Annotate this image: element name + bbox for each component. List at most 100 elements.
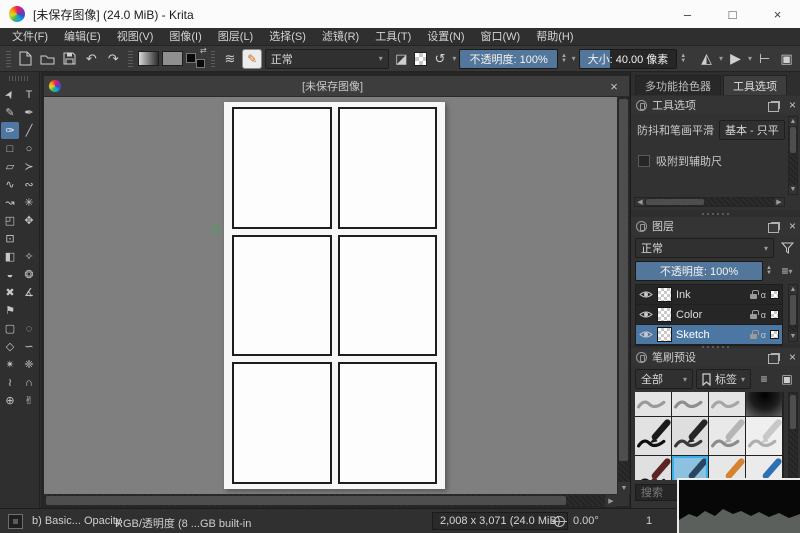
freehand-selection-tool[interactable]: ∽ (20, 338, 38, 355)
inherit-alpha-icon[interactable] (770, 290, 779, 299)
layer-opacity-slider[interactable]: 不透明度: 100% (635, 261, 763, 281)
preset-paint-brush[interactable] (635, 456, 671, 480)
freehand-path-tool[interactable]: ∾ (20, 176, 38, 193)
undo-icon[interactable]: ↶ (82, 49, 101, 69)
layer-row-sketch[interactable]: Sketch α (636, 325, 782, 345)
alpha-lock-icon[interactable]: α (761, 330, 766, 340)
fill-tool[interactable]: ◒ (1, 266, 19, 283)
docker-lock-icon[interactable] (636, 220, 647, 232)
menu-edit[interactable]: 编辑(E) (56, 28, 109, 46)
measure-tool[interactable]: ∡ (20, 284, 38, 301)
preset-marker-chisel[interactable] (672, 417, 708, 455)
mirror-horizontal-icon[interactable]: ◭ (697, 49, 716, 69)
canvas-horizontal-scrollbar[interactable]: ▶ (44, 494, 617, 507)
foreground-background-colors[interactable]: ⇄ (186, 46, 207, 68)
menu-window[interactable]: 窗口(W) (473, 28, 529, 46)
layer-thumbnail[interactable] (657, 327, 672, 342)
menu-image[interactable]: 图像(I) (161, 28, 209, 46)
docker-splitter[interactable] (631, 211, 800, 216)
elliptical-selection-tool[interactable]: ◌ (20, 320, 38, 337)
close-docker-icon[interactable]: × (789, 98, 796, 112)
canvas-rotation-icon[interactable] (552, 514, 567, 532)
brush-settings-icon[interactable]: ≋ (220, 49, 239, 69)
polygonal-selection-tool[interactable]: ◇ (1, 338, 19, 355)
preset-eraser-circle[interactable] (672, 392, 708, 416)
size-spinner[interactable]: ▲ ▼ (680, 53, 688, 64)
text-tool[interactable]: T (20, 86, 38, 103)
scrollbar-thumb[interactable] (646, 199, 704, 205)
docker-lock-icon[interactable] (636, 99, 647, 111)
preset-eraser-soft[interactable] (635, 392, 671, 416)
move-tool[interactable]: ✥ (20, 212, 38, 229)
alpha-lock-icon[interactable]: α (761, 310, 766, 320)
scrollbar-thumb[interactable] (619, 99, 628, 461)
layer-thumbnail[interactable] (657, 307, 672, 322)
minimize-button[interactable]: – (665, 0, 710, 28)
mirror-horizontal-caret[interactable]: ▾ (719, 54, 723, 63)
swap-colors-icon[interactable]: ⇄ (200, 46, 207, 55)
preserve-alpha-icon[interactable] (413, 51, 428, 66)
reload-dropdown-caret[interactable]: ▾ (452, 54, 456, 63)
scroll-up-icon[interactable]: ▲ (789, 117, 797, 126)
select-shapes-tool[interactable]: ➤ (1, 86, 19, 103)
scroll-left-icon[interactable]: ◀ (635, 198, 645, 206)
lock-icon[interactable] (749, 310, 759, 319)
preset-detail-brush-orange[interactable] (709, 456, 745, 480)
preset-list-menu-icon[interactable]: ≡ (754, 369, 774, 389)
document-close-icon[interactable]: × (604, 79, 624, 94)
bezier-curve-tool[interactable]: ∿ (1, 176, 19, 193)
pan-tool[interactable]: ✌ (20, 392, 38, 409)
preset-filter-dropdown[interactable]: 全部 ▾ (635, 369, 693, 389)
polygon-tool[interactable]: ▱ (1, 158, 19, 175)
toolbar-grip[interactable] (210, 50, 216, 67)
tool-options-titlebar[interactable]: 工具选项 × (631, 96, 800, 114)
scroll-right-icon[interactable]: ▶ (774, 198, 784, 206)
float-docker-icon[interactable] (767, 222, 780, 233)
scrollbar-thumb[interactable] (46, 496, 566, 505)
layer-filter-icon[interactable] (777, 238, 797, 258)
new-document-icon[interactable] (16, 49, 35, 69)
preset-ink-brush[interactable] (672, 456, 708, 480)
snap-assistants-checkbox[interactable] (638, 155, 650, 167)
rectangle-tool[interactable]: □ (1, 140, 19, 157)
brush-preset-chooser-icon[interactable]: ✎ (242, 48, 262, 69)
canvas-viewport[interactable] (44, 97, 617, 494)
inherit-alpha-icon[interactable] (770, 330, 779, 339)
layer-name[interactable]: Sketch (676, 329, 746, 341)
preset-eraser-small[interactable] (709, 392, 745, 416)
maximize-button[interactable]: □ (710, 0, 755, 28)
eraser-mode-icon[interactable]: ◪ (392, 49, 411, 69)
zoom-level-partial[interactable]: 1 (646, 515, 652, 527)
canvas-vertical-scrollbar[interactable]: ▼ (617, 97, 630, 494)
menu-file[interactable]: 文件(F) (4, 28, 56, 46)
tool-options-vscrollbar[interactable]: ▲ ▼ (788, 116, 798, 195)
tab-tool-options[interactable]: 工具选项 (723, 75, 787, 95)
line-tool[interactable]: ╱ (20, 122, 38, 139)
layer-row-color[interactable]: Color α (636, 305, 782, 325)
bezier-selection-tool[interactable]: ≀ (1, 374, 19, 391)
reference-images-tool[interactable]: ⚑ (1, 302, 19, 319)
scroll-down-icon[interactable]: ▼ (618, 482, 630, 494)
float-docker-icon[interactable] (767, 101, 780, 112)
inherit-alpha-icon[interactable] (770, 310, 779, 319)
docker-lock-icon[interactable] (636, 351, 647, 363)
smoothing-dropdown[interactable]: 基本 - 只平滑笔画 (719, 120, 785, 140)
toolbox-grip[interactable] (9, 76, 30, 81)
transform-tool[interactable]: ◰ (1, 212, 19, 229)
brush-presets-titlebar[interactable]: 笔刷预设 × (631, 348, 800, 366)
tab-advanced-color-selector[interactable]: 多功能拾色器 (635, 75, 721, 95)
ellipse-tool[interactable]: ○ (20, 140, 38, 157)
reload-preset-icon[interactable]: ↺ (430, 49, 449, 69)
lock-icon[interactable] (749, 330, 759, 339)
layer-opacity-spinner[interactable]: ▲ ▼ (766, 265, 774, 276)
layer-row-ink[interactable]: Ink α (636, 285, 782, 305)
gradient-chooser[interactable] (137, 51, 159, 66)
menu-view[interactable]: 视图(V) (109, 28, 162, 46)
opacity-dropdown-caret[interactable]: ▾ (572, 54, 576, 63)
toolbar-grip[interactable] (6, 50, 11, 67)
menu-help[interactable]: 帮助(H) (528, 28, 581, 46)
canvas-page[interactable] (224, 102, 445, 489)
edit-shapes-tool[interactable]: ✎ (1, 104, 19, 121)
menu-settings[interactable]: 设置(N) (419, 28, 472, 46)
float-docker-icon[interactable] (767, 353, 780, 364)
